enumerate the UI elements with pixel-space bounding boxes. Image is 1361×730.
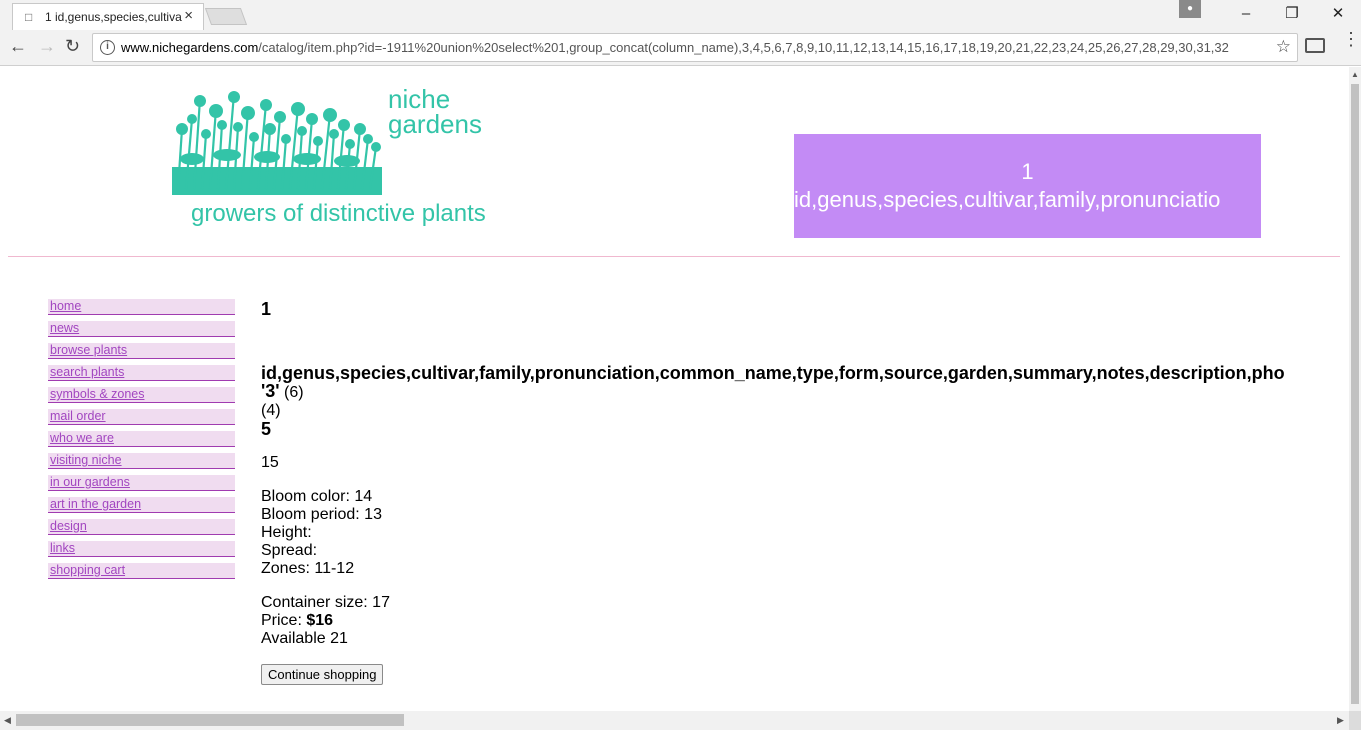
plants-illustration-icon — [172, 91, 382, 195]
bloom-period: Bloom period: 13 — [261, 506, 382, 523]
close-window-icon[interactable]: ✕ — [1315, 0, 1361, 30]
header-title-box: 1 id,genus,species,cultivar,family,pronu… — [794, 134, 1261, 238]
page-viewport: niche gardens growers of distinctive pla… — [0, 67, 1349, 711]
vertical-scrollbar[interactable]: ▲ — [1349, 67, 1361, 711]
item-detail: 1 id,genus,species,cultivar,family,pronu… — [261, 300, 1349, 685]
plant-specs: Bloom color: 14 Bloom period: 13 Height:… — [261, 488, 1349, 578]
nav-item-mail-order: mail order — [48, 409, 235, 425]
cultivar-line: '3' (6) — [261, 382, 1349, 402]
cast-icon[interactable] — [1305, 38, 1325, 53]
nav-item-news: news — [48, 321, 235, 337]
bloom-color: Bloom color: 14 — [261, 488, 373, 505]
url-host: www.nichegardens.com — [121, 40, 259, 55]
spread: Spread: — [261, 542, 318, 559]
horizontal-scroll-thumb[interactable] — [16, 714, 404, 726]
nav-item-shopping-cart: shopping cart — [48, 563, 235, 579]
nav-item-art-in-the-garden: art in the garden — [48, 497, 235, 513]
cultivar-value: '3' — [261, 381, 280, 401]
sidebar-nav: home news browse plants search plants sy… — [48, 299, 235, 585]
zones: Zones: 11-12 — [261, 560, 355, 577]
family-value: (6) — [284, 384, 304, 401]
availability: Available 21 — [261, 630, 348, 647]
tab-bar: □ 1 id,genus,species,cultiva × ● – ❐ ✕ — [0, 0, 1361, 30]
nav-link-news[interactable]: news — [50, 321, 79, 335]
genus-value: (4) — [261, 402, 281, 419]
scroll-left-icon[interactable]: ◀ — [4, 715, 11, 726]
page-icon: □ — [25, 10, 33, 24]
address-bar[interactable]: i www.nichegardens.com/catalog/item.php?… — [92, 33, 1298, 62]
item-title-number: 1 — [261, 299, 272, 319]
price-value: $16 — [306, 612, 334, 629]
nav-link-design[interactable]: design — [50, 519, 87, 533]
nav-link-mail-order[interactable]: mail order — [50, 409, 106, 423]
scrollbar-corner — [1349, 711, 1361, 730]
nav-item-links: links — [48, 541, 235, 557]
menu-icon[interactable]: ⋮ — [1342, 30, 1360, 48]
summary-value: 15 — [261, 454, 279, 471]
bookmark-star-icon[interactable]: ☆ — [1276, 37, 1291, 57]
scroll-up-icon[interactable]: ▲ — [1351, 70, 1359, 79]
restore-icon[interactable]: ❐ — [1269, 0, 1315, 30]
nav-item-in-our-gardens: in our gardens — [48, 475, 235, 491]
common-name-value: 5 — [261, 419, 272, 439]
nav-item-symbols-zones: symbols & zones — [48, 387, 235, 403]
nav-link-symbols-zones[interactable]: symbols & zones — [50, 387, 144, 401]
tab-title: 1 id,genus,species,cultiva — [45, 10, 182, 24]
nav-item-search-plants: search plants — [48, 365, 235, 381]
close-tab-icon[interactable]: × — [184, 7, 193, 24]
price-line: Price: $16 — [261, 612, 1349, 630]
new-tab-button[interactable] — [204, 8, 248, 25]
nav-link-visiting-niche[interactable]: visiting niche — [50, 453, 122, 467]
price-label: Price: — [261, 612, 307, 629]
back-arrow-icon[interactable]: ← — [9, 36, 27, 57]
nav-item-visiting-niche: visiting niche — [48, 453, 235, 469]
actions: Continue shopping — [261, 664, 1349, 685]
nav-item-design: design — [48, 519, 235, 535]
nav-link-art-in-the-garden[interactable]: art in the garden — [50, 497, 141, 511]
forward-arrow-icon[interactable]: → — [38, 36, 56, 57]
nav-item-home: home — [48, 299, 235, 315]
divider — [8, 256, 1340, 257]
tagline: growers of distinctive plants — [191, 200, 486, 227]
url-path: /catalog/item.php?id=-1911%20union%20sel… — [258, 40, 1229, 55]
user-profile-icon[interactable]: ● — [1179, 0, 1201, 18]
site-info-icon[interactable]: i — [100, 40, 115, 55]
nav-link-links[interactable]: links — [50, 541, 75, 555]
nav-link-shopping-cart[interactable]: shopping cart — [50, 563, 125, 577]
scroll-right-icon[interactable]: ▶ — [1337, 715, 1344, 726]
url-text[interactable]: www.nichegardens.com/catalog/item.php?id… — [121, 40, 1271, 55]
vertical-scroll-thumb[interactable] — [1351, 84, 1359, 704]
continue-shopping-button[interactable]: Continue shopping — [261, 664, 384, 685]
nav-link-search-plants[interactable]: search plants — [50, 365, 124, 379]
brand-line-2: gardens — [388, 109, 482, 139]
nav-link-in-our-gardens[interactable]: in our gardens — [50, 475, 130, 489]
nav-link-browse-plants[interactable]: browse plants — [50, 343, 127, 357]
height: Height: — [261, 524, 312, 541]
nav-link-who-we-are[interactable]: who we are — [50, 431, 114, 445]
header-line-2: id,genus,species,cultivar,family,pronunc… — [794, 187, 1221, 212]
reload-icon[interactable]: ↻ — [65, 36, 80, 57]
nav-link-home[interactable]: home — [50, 299, 81, 313]
nav-item-browse-plants: browse plants — [48, 343, 235, 359]
browser-toolbar: ← → ↻ i www.nichegardens.com/catalog/ite… — [0, 30, 1361, 66]
window-controls: ● – ❐ ✕ — [1179, 0, 1361, 30]
nav-item-who-we-are: who we are — [48, 431, 235, 447]
item-title-fields: id,genus,species,cultivar,family,pronunc… — [261, 363, 1285, 383]
brand-name: niche gardens — [388, 86, 482, 139]
header-line-1: 1 — [1021, 159, 1034, 184]
browser-tab[interactable]: □ 1 id,genus,species,cultiva × — [12, 3, 204, 30]
container-size: Container size: 17 — [261, 594, 390, 611]
minimize-icon[interactable]: – — [1223, 0, 1269, 30]
purchase-info: Container size: 17 Price: $16 Available … — [261, 594, 1349, 648]
horizontal-scrollbar[interactable]: ◀ ▶ — [0, 711, 1349, 730]
site-logo[interactable]: niche gardens growers of distinctive pla… — [172, 86, 502, 232]
